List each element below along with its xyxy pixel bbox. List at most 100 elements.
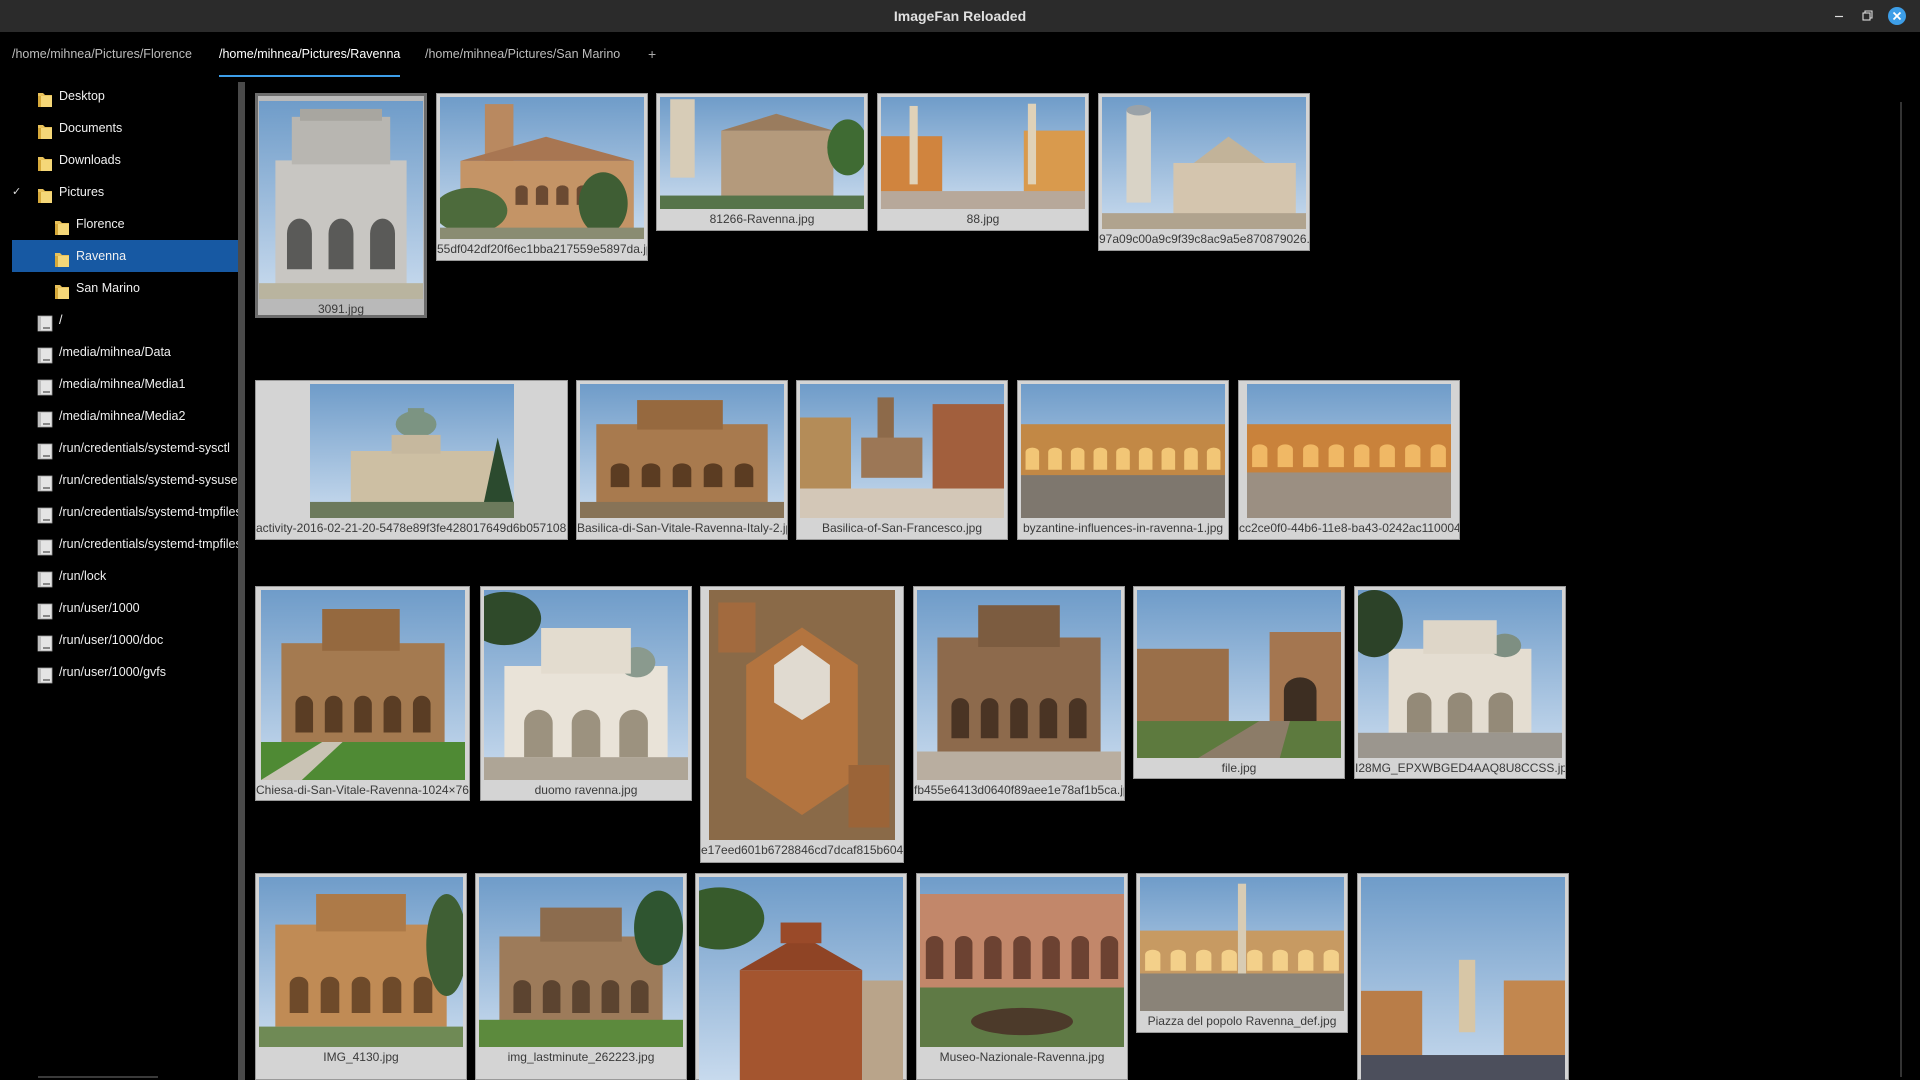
thumbnail-caption: cc2ce0f0-44b6-11e8-ba43-0242ac110004.jpg	[1239, 521, 1459, 535]
panel-splitter[interactable]	[238, 82, 245, 1080]
thumbnail-item[interactable]: cc2ce0f0-44b6-11e8-ba43-0242ac110004.jpg	[1238, 380, 1460, 540]
sidebar-item[interactable]: Florence	[12, 208, 238, 240]
drive-icon	[37, 632, 53, 652]
thumbnail-item[interactable]: e17eed601b6728846cd7dcaf815b604b.jpg	[700, 586, 904, 863]
tab-ravenna[interactable]: /home/mihnea/Pictures/Ravenna	[219, 32, 401, 77]
thumbnail-item[interactable]: activity-2016-02-21-20-5478e89f3fe428017…	[255, 380, 568, 540]
add-tab-button[interactable]: +	[648, 32, 656, 76]
drive-icon	[37, 536, 53, 556]
drive-icon	[37, 344, 53, 364]
thumbnail-image	[1021, 384, 1225, 518]
sidebar-item[interactable]: San Marino	[12, 272, 238, 304]
thumbnail-item[interactable]	[695, 873, 907, 1080]
thumbnail-caption: duomo ravenna.jpg	[534, 783, 638, 797]
folder-icon	[54, 280, 70, 299]
thumbnail-item[interactable]: byzantine-influences-in-ravenna-1.jpg	[1017, 380, 1229, 540]
sidebar-item-label: /media/mihnea/Media2	[59, 409, 186, 423]
thumbnail-item[interactable]: Piazza del popolo Ravenna_def.jpg	[1136, 873, 1348, 1033]
sidebar-item[interactable]: Desktop	[12, 80, 238, 112]
tab-florence[interactable]: /home/mihnea/Pictures/Florence	[12, 32, 192, 76]
thumbnail-image	[484, 590, 688, 780]
sidebar-item[interactable]: Documents	[12, 112, 238, 144]
sidebar-item[interactable]: /run/credentials/systemd-tmpfiles	[12, 496, 238, 528]
thumbnail-item[interactable]: Museo-Nazionale-Ravenna.jpg	[916, 873, 1128, 1080]
minimize-icon[interactable]	[1830, 7, 1848, 25]
thumbnail-item[interactable]: 55df042df20f6ec1bba217559e5897da.jpg	[436, 93, 648, 261]
drive-icon	[37, 568, 53, 588]
thumbnail-item[interactable]: Basilica-of-San-Francesco.jpg	[796, 380, 1008, 540]
sidebar-item-label: San Marino	[76, 281, 140, 295]
sidebar-item-label: /run/credentials/systemd-tmpfiles	[59, 537, 238, 551]
folder-icon	[37, 120, 53, 139]
thumbnail-item[interactable]: 88.jpg	[877, 93, 1089, 231]
thumbnail-caption: Basilica-of-San-Francesco.jpg	[821, 521, 983, 535]
folder-icon	[54, 216, 70, 235]
sidebar-item[interactable]: Downloads	[12, 144, 238, 176]
window-title: ImageFan Reloaded	[893, 8, 1027, 24]
folder-icon	[54, 248, 70, 267]
sidebar-item-label: /	[59, 313, 63, 327]
thumbnail-item[interactable]: IMG_4130.jpg	[255, 873, 467, 1080]
thumbnail-image	[1137, 590, 1341, 758]
thumbnail-item[interactable]: 97a09c00a9c9f39c8ac9a5e870879026.jpg	[1098, 93, 1310, 251]
thumbnail-caption: Piazza del popolo Ravenna_def.jpg	[1147, 1014, 1337, 1028]
drive-icon	[37, 504, 53, 524]
restore-icon[interactable]	[1858, 7, 1876, 25]
sidebar-item[interactable]: /run/user/1000/gvfs	[12, 656, 238, 688]
sidebar-item[interactable]: /run/credentials/systemd-tmpfiles	[12, 528, 238, 560]
thumbnail-image	[261, 590, 465, 780]
sidebar-horizontal-scrollbar[interactable]	[38, 1076, 158, 1078]
thumbnail-item[interactable]	[1357, 873, 1569, 1080]
thumbnail-caption: 3091.jpg	[317, 302, 365, 316]
thumbnail-caption: 97a09c00a9c9f39c8ac9a5e870879026.jpg	[1099, 232, 1309, 246]
sidebar-item-label: /media/mihnea/Data	[59, 345, 171, 359]
thumbnail-item[interactable]: file.jpg	[1133, 586, 1345, 779]
drive-icon	[37, 664, 53, 684]
sidebar-item[interactable]: /run/credentials/systemd-sysusers	[12, 464, 238, 496]
thumbnail-item[interactable]: I28MG_EPXWBGED4AAQ8U8CCSS.jpg	[1354, 586, 1566, 779]
sidebar-item[interactable]: /run/user/1000/doc	[12, 624, 238, 656]
sidebar-item-label: /run/user/1000/gvfs	[59, 665, 167, 679]
sidebar-item[interactable]: /media/mihnea/Media1	[12, 368, 238, 400]
thumbnail-item[interactable]: Chiesa-di-San-Vitale-Ravenna-1024×768.jp…	[255, 586, 470, 801]
sidebar-item-label: Florence	[76, 217, 125, 231]
drive-icon	[37, 600, 53, 620]
sidebar-item[interactable]: /run/credentials/systemd-sysctl	[12, 432, 238, 464]
sidebar-item-label: Downloads	[59, 153, 121, 167]
title-bar: ImageFan Reloaded	[0, 0, 1920, 33]
sidebar-item-label: /run/user/1000	[59, 601, 140, 615]
thumbnail-caption: fb455e6413d0640f89aee1e78af1b5ca.jpg	[914, 783, 1124, 797]
thumbnail-item[interactable]: Basilica-di-San-Vitale-Ravenna-Italy-2.j…	[576, 380, 788, 540]
thumbnail-image	[440, 97, 644, 239]
sidebar-item[interactable]: /media/mihnea/Media2	[12, 400, 238, 432]
sidebar-item[interactable]: Ravenna	[12, 240, 238, 272]
expanded-check-icon[interactable]: ✓	[12, 176, 24, 208]
thumbnail-image	[1140, 877, 1344, 1011]
sidebar-item[interactable]: /	[12, 304, 238, 336]
thumbnail-item[interactable]: 81266-Ravenna.jpg	[656, 93, 868, 231]
thumbnail-item[interactable]: img_lastminute_262223.jpg	[475, 873, 687, 1080]
vertical-scrollbar[interactable]	[1900, 102, 1902, 1077]
thumbnail-item[interactable]: 3091.jpg	[255, 93, 427, 318]
thumbnail-caption: Basilica-di-San-Vitale-Ravenna-Italy-2.j…	[577, 521, 787, 535]
close-icon[interactable]	[1888, 7, 1906, 25]
thumbnail-item[interactable]: fb455e6413d0640f89aee1e78af1b5ca.jpg	[913, 586, 1125, 801]
thumbnail-caption: file.jpg	[1221, 761, 1257, 775]
thumbnail-image	[1358, 590, 1562, 758]
drive-icon	[37, 312, 53, 332]
thumbnail-caption: 81266-Ravenna.jpg	[709, 212, 815, 226]
thumbnail-item[interactable]: duomo ravenna.jpg	[480, 586, 692, 801]
thumbnail-image	[917, 590, 1121, 780]
sidebar-item-label: /run/user/1000/doc	[59, 633, 164, 647]
sidebar-item-label: Documents	[59, 121, 123, 135]
sidebar-item[interactable]: /run/lock	[12, 560, 238, 592]
thumbnail-image	[800, 384, 1004, 518]
drive-icon	[37, 408, 53, 428]
sidebar-item[interactable]: ✓ Pictures	[12, 176, 238, 208]
tab-san-marino[interactable]: /home/mihnea/Pictures/San Marino	[425, 32, 620, 76]
thumbnail-caption: 88.jpg	[966, 212, 1000, 226]
sidebar-item[interactable]: /run/user/1000	[12, 592, 238, 624]
thumbnail-image	[660, 97, 864, 209]
drive-icon	[37, 472, 53, 492]
sidebar-item[interactable]: /media/mihnea/Data	[12, 336, 238, 368]
